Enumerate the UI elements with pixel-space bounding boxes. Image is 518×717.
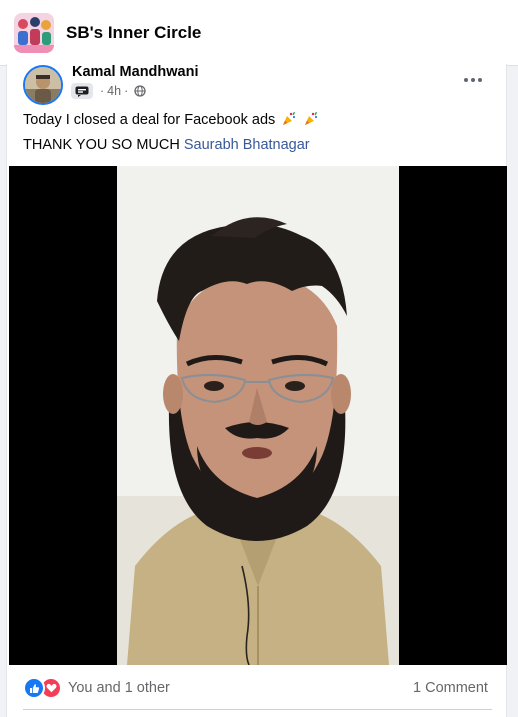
reactions-text[interactable]: You and 1 other [68, 680, 170, 696]
globe-icon [134, 85, 146, 97]
group-name[interactable]: SB's Inner Circle [66, 23, 201, 43]
post-card: Kamal Mandhwani · 4h · Today I closed a … [6, 64, 507, 717]
meta-separator: · [124, 84, 129, 98]
post-text-line1: Today I closed a deal for Facebook ads [23, 111, 319, 128]
post-text-line2: THANK YOU SO MUCH Saurabh Bhatnagar [23, 137, 310, 153]
post-time[interactable]: 4h [107, 84, 121, 98]
author-name[interactable]: Kamal Mandhwani [72, 64, 199, 80]
author-avatar[interactable] [23, 65, 63, 105]
group-header: SB's Inner Circle [0, 0, 518, 66]
video-person-illustration [117, 166, 399, 665]
party-popper-icon [303, 111, 319, 127]
post-video[interactable] [9, 166, 507, 665]
like-icon [23, 677, 45, 699]
post-text: Today I closed a deal for Facebook ads [23, 112, 276, 128]
group-avatar[interactable] [14, 13, 54, 53]
divider [23, 709, 492, 710]
meta-separator: · [100, 84, 105, 98]
more-dots-icon [464, 78, 482, 82]
party-popper-icon [281, 111, 297, 127]
video-frame [117, 166, 399, 665]
thank-you-text: THANK YOU SO MUCH [23, 137, 180, 153]
member-badge-icon[interactable] [71, 83, 93, 99]
mention-link[interactable]: Saurabh Bhatnagar [184, 137, 310, 153]
post-meta: · 4h · [71, 82, 146, 100]
comment-count[interactable]: 1 Comment [413, 680, 488, 696]
reactions-summary[interactable]: You and 1 other [23, 676, 170, 700]
more-options-button[interactable] [457, 68, 489, 92]
